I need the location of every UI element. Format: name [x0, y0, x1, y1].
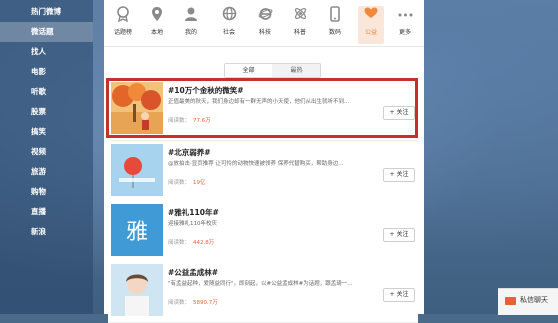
- category-digital[interactable]: 数码: [322, 6, 348, 44]
- tab-all[interactable]: 全部: [225, 64, 272, 77]
- topic-thumbnail-person: [111, 264, 163, 316]
- sidebar-item-find-people[interactable]: 找人: [0, 42, 93, 62]
- topic-card[interactable]: #北京弱养# @放拍击·显页推荐 让可怜的动物快速被领养 保养代替购买，帮助身边…: [108, 142, 418, 203]
- category-more[interactable]: 更多: [392, 6, 418, 44]
- topic-description: 迎接雅礼110年校庆: [168, 221, 217, 227]
- category-tech[interactable]: 科技: [252, 6, 278, 44]
- topic-read-count: 阅读数： 442.8万: [168, 240, 215, 246]
- category-bar: 话题榜 本地 我的 社会 科技 科普 数码 公益 更多: [104, 0, 424, 47]
- topic-title[interactable]: #雅礼110年#: [168, 207, 219, 218]
- topic-description: "有孟益起种，爱随益同行"，即刻起，以#公益孟成林#为话题，跟孟琦一...: [168, 281, 353, 287]
- atom-icon: [291, 6, 309, 24]
- heart-hand-icon: [362, 6, 380, 24]
- category-mine[interactable]: 我的: [178, 6, 204, 44]
- topic-description: @放拍击·显页推荐 让可怜的动物快速被领养 保养代替购买，帮助身边...: [168, 161, 344, 167]
- tab-hottest[interactable]: 最热: [273, 64, 320, 77]
- sidebar-item-topics[interactable]: 微话题: [0, 22, 93, 42]
- more-dots-icon: [396, 6, 414, 24]
- topic-read-count: 阅读数： 77.6万: [168, 118, 211, 124]
- sidebar-item-hot-weibo[interactable]: 热门微博: [0, 2, 93, 22]
- sidebar-item-movies[interactable]: 电影: [0, 62, 93, 82]
- topic-card[interactable]: #10万个金秋的微笑# 正值最美的秋天，我们身边却有一群无声的小天使，他们从出生…: [108, 80, 418, 141]
- topic-title[interactable]: #北京弱养#: [168, 147, 211, 158]
- private-chat-label: 私信聊天: [520, 296, 548, 304]
- sidebar-item-travel[interactable]: 旅游: [0, 162, 93, 182]
- mail-icon: [505, 297, 516, 305]
- topic-title[interactable]: #10万个金秋的微笑#: [168, 85, 244, 96]
- category-local[interactable]: 本地: [144, 6, 170, 44]
- follow-button[interactable]: + 关注: [383, 168, 415, 182]
- sidebar-item-video[interactable]: 视频: [0, 142, 93, 162]
- left-sidebar: 热门微博 微话题 找人 电影 听歌 股票 搞笑 视频 旅游 购物 直播 新浪: [0, 0, 93, 314]
- topic-card[interactable]: 雅 #雅礼110年# 迎接雅礼110年校庆 阅读数： 442.8万 + 关注: [108, 202, 418, 263]
- sidebar-item-funny[interactable]: 搞笑: [0, 122, 93, 142]
- ie-icon: [256, 6, 274, 24]
- topic-thumbnail-autumn: [111, 82, 163, 134]
- follow-button[interactable]: + 关注: [383, 106, 415, 120]
- topic-description: 正值最美的秋天，我们身边却有一群无声的小天使，他们从出生就听不到...: [168, 99, 350, 105]
- sidebar-item-stocks[interactable]: 股票: [0, 102, 93, 122]
- topic-read-count: 阅读数： 19亿: [168, 180, 206, 186]
- location-pin-icon: [148, 6, 166, 24]
- sidebar-item-music[interactable]: 听歌: [0, 82, 93, 102]
- globe-icon: [220, 6, 238, 24]
- category-science[interactable]: 科普: [287, 6, 313, 44]
- follow-button[interactable]: + 关注: [383, 228, 415, 242]
- badge-icon: [114, 6, 132, 24]
- topic-read-count: 阅读数： 5890.7万: [168, 300, 218, 306]
- phone-icon: [326, 6, 344, 24]
- follow-button[interactable]: + 关注: [383, 288, 415, 302]
- topic-tabs: 全部 最热: [224, 63, 321, 78]
- sidebar-item-shopping[interactable]: 购物: [0, 182, 93, 202]
- person-icon: [182, 6, 200, 24]
- private-chat-tab[interactable]: 私信聊天: [498, 288, 558, 315]
- category-charity[interactable]: 公益: [358, 6, 384, 44]
- category-society[interactable]: 社会: [216, 6, 242, 44]
- topic-thumbnail-yali: 雅: [111, 204, 163, 256]
- topic-title[interactable]: #公益孟成林#: [168, 267, 218, 278]
- sidebar-item-live[interactable]: 直播: [0, 202, 93, 222]
- category-topic-rank[interactable]: 话题榜: [110, 6, 136, 44]
- topic-thumbnail-beijing: [111, 144, 163, 196]
- sidebar-item-sina[interactable]: 新浪: [0, 222, 93, 242]
- main-panel: 话题榜 本地 我的 社会 科技 科普 数码 公益 更多 全部 最热 #10万个金…: [104, 0, 424, 323]
